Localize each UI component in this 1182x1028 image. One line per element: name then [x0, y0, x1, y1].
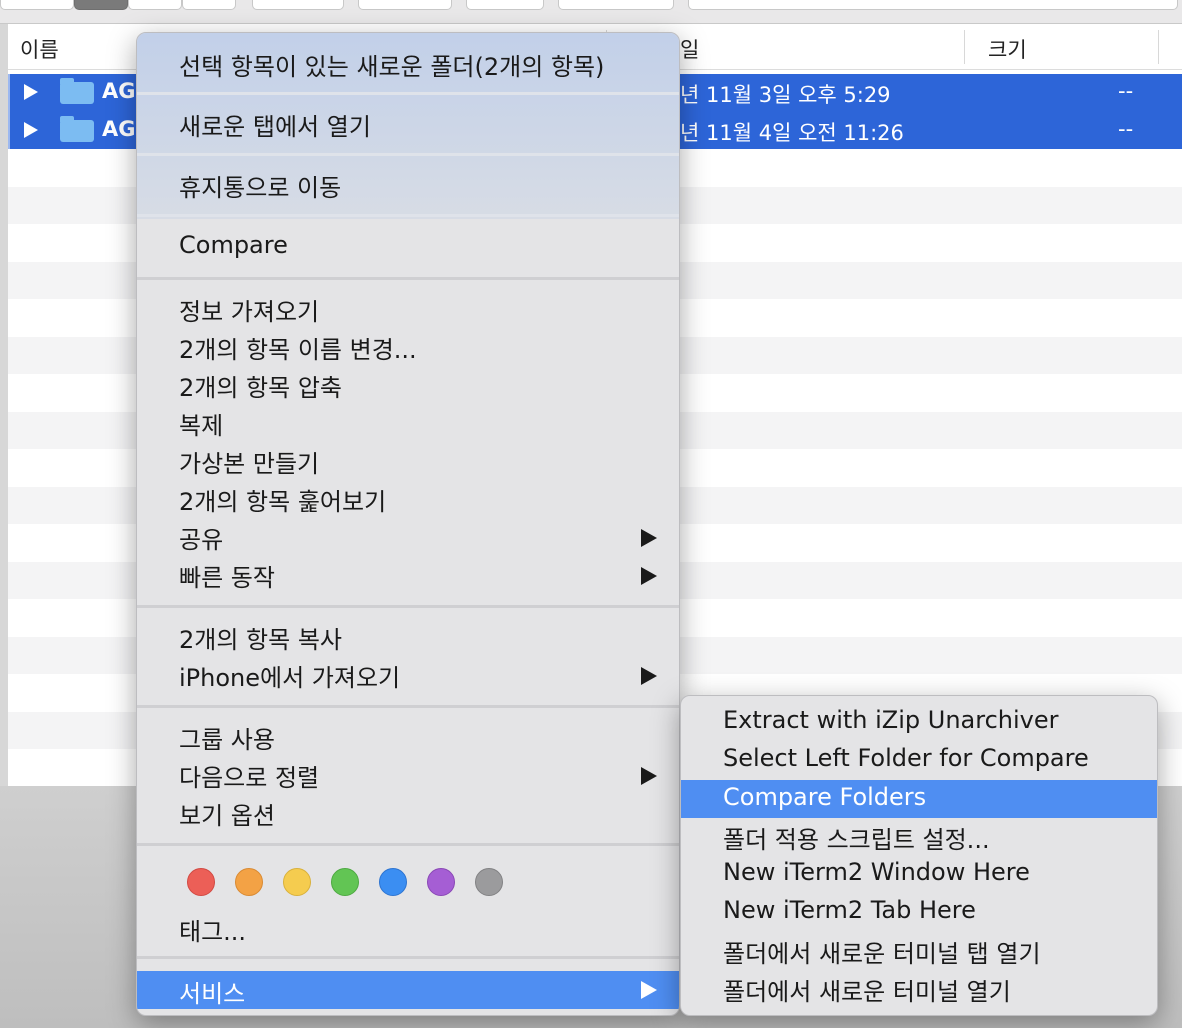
toolbar-button[interactable]: [358, 0, 452, 10]
column-divider[interactable]: [964, 30, 965, 64]
service-new-terminal-tab[interactable]: 폴더에서 새로운 터미널 탭 열기: [723, 934, 1041, 969]
menu-item-share[interactable]: 공유: [179, 520, 223, 555]
service-new-iterm2-window[interactable]: New iTerm2 Window Here: [723, 858, 1030, 886]
disclosure-triangle-icon[interactable]: [24, 84, 38, 100]
column-header-name[interactable]: 이름: [20, 34, 59, 64]
menu-item-import-from-iphone[interactable]: iPhone에서 가져오기: [179, 658, 400, 693]
menu-item-duplicate[interactable]: 복제: [179, 406, 223, 441]
menu-separator: [137, 705, 679, 708]
menu-item-quick-actions[interactable]: 빠른 동작: [179, 558, 275, 593]
submenu-arrow-icon: [641, 667, 657, 685]
search-field[interactable]: [688, 0, 1178, 10]
services-submenu: Extract with iZip Unarchiver Select Left…: [680, 695, 1158, 1016]
menu-item-new-folder-with-selection[interactable]: 선택 항목이 있는 새로운 폴더(2개의 항목): [179, 47, 604, 82]
menu-item-make-alias[interactable]: 가상본 만들기: [179, 444, 319, 479]
service-extract-izip[interactable]: Extract with iZip Unarchiver: [723, 706, 1059, 734]
menu-separator: [137, 605, 679, 608]
submenu-arrow-icon: [641, 567, 657, 585]
context-menu: 선택 항목이 있는 새로운 폴더(2개의 항목) 새로운 탭에서 열기 휴지통으…: [136, 32, 680, 1016]
submenu-arrow-icon: [641, 767, 657, 785]
menu-item-view-options[interactable]: 보기 옵션: [179, 796, 275, 831]
menu-item-open-in-new-tab[interactable]: 새로운 탭에서 열기: [179, 107, 371, 142]
menu-item-get-info[interactable]: 정보 가져오기: [179, 292, 319, 327]
toolbar-button[interactable]: [558, 0, 674, 10]
menu-separator: [137, 277, 679, 280]
menu-item-sort-by[interactable]: 다음으로 정렬: [179, 758, 319, 793]
file-size: --: [1118, 116, 1134, 141]
service-compare-folders[interactable]: Compare Folders: [681, 780, 1157, 818]
file-size: --: [1118, 79, 1134, 103]
toolbar-button[interactable]: [0, 0, 74, 10]
file-name: AG: [102, 79, 136, 103]
menu-item-rename[interactable]: 2개의 항목 이름 변경...: [179, 330, 417, 365]
menu-item-compare[interactable]: Compare: [179, 231, 288, 259]
disclosure-triangle-icon[interactable]: [24, 121, 38, 138]
service-folder-actions-setup[interactable]: 폴더 적용 스크립트 설정...: [723, 820, 990, 855]
toolbar-view-button-active[interactable]: [74, 0, 128, 10]
toolbar-button[interactable]: [466, 0, 544, 10]
menu-item-copy[interactable]: 2개의 항목 복사: [179, 620, 342, 655]
file-date: 년 11월 3일 오후 5:29: [680, 83, 891, 107]
toolbar-view-button[interactable]: [182, 0, 236, 10]
column-header-size[interactable]: 크기: [988, 34, 1027, 64]
tag-red-icon[interactable]: [187, 868, 215, 896]
service-compare-folders-label: Compare Folders: [723, 783, 927, 811]
menu-item-compress[interactable]: 2개의 항목 압축: [179, 368, 342, 403]
service-select-left-folder[interactable]: Select Left Folder for Compare: [723, 744, 1089, 772]
folder-icon: [60, 115, 94, 142]
menu-separator: [137, 214, 679, 217]
column-divider[interactable]: [1158, 30, 1159, 64]
menu-item-move-to-trash[interactable]: 휴지통으로 이동: [179, 168, 341, 203]
service-new-iterm2-tab[interactable]: New iTerm2 Tab Here: [723, 896, 976, 924]
menu-separator: [137, 153, 679, 156]
tag-gray-icon[interactable]: [475, 868, 503, 896]
tag-green-icon[interactable]: [331, 868, 359, 896]
file-date: 년 11월 4일 오전 11:26: [680, 120, 904, 145]
column-header-date[interactable]: 일: [680, 34, 699, 64]
finder-toolbar: [0, 0, 1182, 24]
menu-item-tags[interactable]: 태그...: [179, 912, 246, 947]
toolbar-view-button[interactable]: [128, 0, 182, 10]
menu-separator: [137, 956, 679, 959]
tag-yellow-icon[interactable]: [283, 868, 311, 896]
tag-blue-icon[interactable]: [379, 868, 407, 896]
menu-item-quick-look[interactable]: 2개의 항목 훑어보기: [179, 482, 386, 517]
service-new-terminal[interactable]: 폴더에서 새로운 터미널 열기: [723, 972, 1011, 1007]
file-name: AG: [102, 116, 136, 141]
toolbar-button[interactable]: [252, 0, 344, 10]
menu-item-use-groups[interactable]: 그룹 사용: [179, 720, 275, 755]
tag-orange-icon[interactable]: [235, 868, 263, 896]
folder-icon: [60, 78, 94, 104]
submenu-arrow-icon: [641, 981, 657, 999]
menu-item-services[interactable]: 서비스: [137, 971, 679, 1009]
menu-separator: [137, 843, 679, 846]
tag-purple-icon[interactable]: [427, 868, 455, 896]
menu-separator: [137, 92, 679, 95]
submenu-arrow-icon: [641, 529, 657, 547]
menu-item-services-label: 서비스: [179, 980, 246, 1008]
